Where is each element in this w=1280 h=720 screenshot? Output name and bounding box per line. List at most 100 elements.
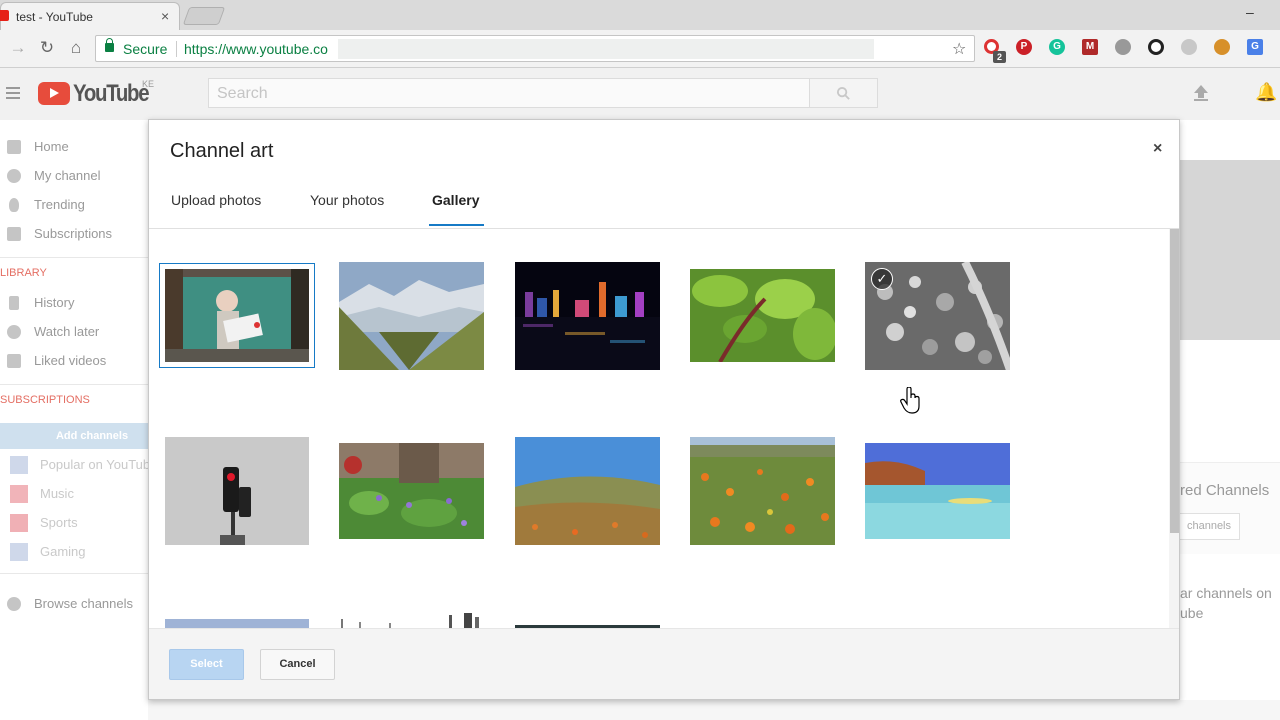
search-input[interactable]: Search <box>208 78 810 108</box>
sidebar-item-label: Subscriptions <box>34 226 113 241</box>
sidebar-item-label: My channel <box>34 168 101 183</box>
pinterest-icon[interactable]: P <box>1016 39 1032 55</box>
browser-tabbar: test - YouTube × – <box>0 0 1280 30</box>
sidebar-item-home[interactable]: Home <box>0 133 148 161</box>
tab-your-photos[interactable]: Your photos <box>310 192 384 228</box>
sidebar-subscription-music[interactable]: Music <box>0 480 150 508</box>
bookmark-star-icon[interactable]: ☆ <box>952 39 966 59</box>
sidebar-item-label: History <box>34 295 75 310</box>
gaming-avatar-icon <box>10 543 28 561</box>
gallery-photo-traffic-light[interactable] <box>165 437 309 545</box>
url-text: https://www.youtube.co <box>184 41 328 57</box>
featured-channels-card <box>1180 462 1280 554</box>
sidebar-item-subscriptions[interactable]: Subscriptions <box>0 220 148 248</box>
photo-image <box>515 437 660 545</box>
add-channels-small-button[interactable]: channels <box>1178 513 1240 540</box>
sidebar-subscription-gaming[interactable]: Gaming <box>0 538 150 566</box>
tab-upload-photos[interactable]: Upload photos <box>171 192 261 228</box>
sidebar-item-history[interactable]: History <box>0 289 148 317</box>
library-header: LIBRARY <box>0 267 47 279</box>
select-button[interactable]: Select <box>169 649 244 680</box>
photo-image <box>339 443 484 539</box>
photo-image <box>690 437 835 545</box>
sidebar-subscription-popular[interactable]: Popular on YouTube <box>0 451 150 479</box>
address-bar[interactable]: Secure https://www.youtube.co ☆ <box>95 35 975 62</box>
window-minimize-button[interactable]: – <box>1246 4 1254 20</box>
sidebar-item-my-channel[interactable]: My channel <box>0 162 148 190</box>
music-avatar-icon <box>10 485 28 503</box>
sidebar-item-label: Popular on YouTube <box>40 457 150 472</box>
grammarly-icon[interactable]: G <box>1049 39 1065 55</box>
channel-banner-placeholder <box>1180 160 1280 340</box>
sidebar-divider <box>0 573 148 574</box>
search-icon <box>836 86 850 100</box>
photo-image <box>865 443 1010 539</box>
add-channels-button[interactable]: Add channels <box>0 423 148 449</box>
subscriptions-header: SUBSCRIPTIONS <box>0 394 90 406</box>
photo-image <box>165 269 309 362</box>
dialog-title: Channel art <box>170 140 274 162</box>
gallery-grid: ✓ <box>149 229 1169 629</box>
extension-sync-icon[interactable] <box>1148 39 1164 55</box>
extension-badge: 2 <box>993 51 1006 63</box>
sidebar-item-watch-later[interactable]: Watch later <box>0 318 148 346</box>
reload-icon[interactable]: ↻ <box>37 38 57 58</box>
popular-channels-text: ar channels on ube <box>1180 583 1272 623</box>
youtube-logo-icon[interactable] <box>38 82 70 105</box>
clock-icon <box>7 325 21 339</box>
photo-image <box>690 269 835 362</box>
home-icon <box>7 140 21 154</box>
sidebar-item-label: Sports <box>40 515 78 530</box>
tab-gallery[interactable]: Gallery <box>432 192 479 228</box>
forward-icon[interactable]: → <box>8 38 28 58</box>
hand-cursor-icon <box>900 387 920 414</box>
sidebar-subscription-sports[interactable]: Sports <box>0 509 150 537</box>
gallery-photo-green-leaves[interactable] <box>690 269 835 362</box>
home-icon[interactable]: ⌂ <box>66 38 86 58</box>
popular-channels-line: ube <box>1180 605 1204 621</box>
photo-image <box>339 262 484 370</box>
extension-shield-icon[interactable] <box>1115 39 1131 55</box>
menu-icon[interactable] <box>6 87 20 99</box>
gallery-photo-flower-garden[interactable] <box>339 443 484 539</box>
gallery-photo-hill-meadow[interactable] <box>515 437 660 545</box>
youtube-logo-text[interactable]: YouTube <box>73 80 150 108</box>
region-code: KE <box>142 79 155 89</box>
gallery-photo-turquoise-lake[interactable] <box>865 443 1010 539</box>
sidebar-item-trending[interactable]: Trending <box>0 191 148 219</box>
extension-cloud-icon[interactable] <box>1181 39 1197 55</box>
extension-m-icon[interactable]: M <box>1082 39 1098 55</box>
scrollbar-thumb[interactable] <box>1170 229 1179 533</box>
sidebar-item-liked-videos[interactable]: Liked videos <box>0 347 148 375</box>
account-icon <box>7 169 21 183</box>
translate-extension-icon[interactable]: G <box>1247 39 1263 55</box>
channel-avatar <box>10 456 28 474</box>
sidebar-item-label: Home <box>34 139 69 154</box>
sidebar-item-label: Trending <box>34 197 85 212</box>
cookie-extension-icon[interactable] <box>1214 39 1230 55</box>
dialog-footer: Select Cancel <box>149 629 1179 699</box>
gallery-photo-autumn-leaves[interactable]: ✓ <box>865 262 1010 370</box>
sidebar-item-label: Browse channels <box>34 596 133 611</box>
close-icon[interactable]: × <box>1153 140 1162 158</box>
upload-icon[interactable] <box>1192 84 1210 102</box>
tab-close-icon[interactable]: × <box>161 8 169 24</box>
sidebar-item-browse-channels[interactable]: Browse channels <box>0 590 148 618</box>
gallery-photo-girl-graffiti[interactable] <box>159 263 315 368</box>
browser-tab[interactable]: test - YouTube × <box>0 2 180 30</box>
new-tab-button[interactable] <box>182 7 226 25</box>
gallery-photo-city-night[interactable] <box>515 262 660 370</box>
sidebar-item-label: Liked videos <box>34 353 107 368</box>
gallery-photo-poppy-field[interactable] <box>690 437 835 545</box>
gallery-photo-mountain-valley[interactable] <box>339 262 484 370</box>
gallery-photo-partial[interactable] <box>339 613 484 629</box>
add-circle-icon <box>7 597 21 611</box>
channel-art-dialog: Channel art × Upload photos Your photos … <box>148 119 1180 700</box>
sidebar-item-label: Music <box>40 486 74 501</box>
search-button[interactable] <box>809 78 878 108</box>
cancel-button[interactable]: Cancel <box>260 649 335 680</box>
sidebar-item-label: Gaming <box>40 544 86 559</box>
thumbs-up-icon <box>7 354 21 368</box>
notifications-bell-icon[interactable]: 🔔 <box>1255 82 1277 103</box>
photo-image <box>165 437 309 545</box>
